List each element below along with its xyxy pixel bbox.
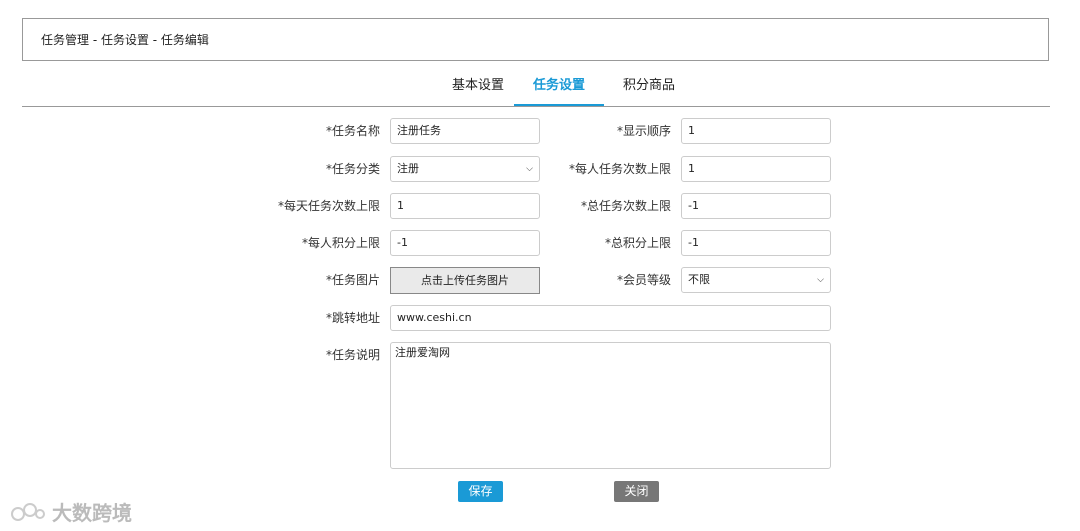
- total-limit-label: *总任务次数上限: [580, 199, 671, 213]
- logo-icon: [11, 502, 45, 521]
- save-button[interactable]: 保存: [458, 481, 503, 502]
- total-points-input[interactable]: -1: [681, 230, 831, 256]
- member-level-select[interactable]: 不限 ⌵: [681, 267, 831, 293]
- per-person-points-input[interactable]: -1: [390, 230, 540, 256]
- task-image-label: *任务图片: [325, 273, 380, 287]
- redirect-url-label: *跳转地址: [325, 311, 380, 325]
- redirect-url-input[interactable]: www.ceshi.cn: [390, 305, 831, 331]
- display-order-input[interactable]: 1: [681, 118, 831, 144]
- watermark-text: 大数跨境: [52, 501, 132, 525]
- per-person-limit-input[interactable]: 1: [681, 156, 831, 182]
- chevron-down-icon: ⌵: [817, 275, 824, 285]
- display-order-label: *显示顺序: [616, 124, 671, 138]
- per-person-limit-label: *每人任务次数上限: [568, 162, 671, 176]
- close-button[interactable]: 关闭: [614, 481, 659, 502]
- tab-bar: 基本设置 任务设置 积分商品: [22, 68, 1050, 107]
- daily-limit-label: *每天任务次数上限: [277, 199, 380, 213]
- task-category-label: *任务分类: [325, 162, 380, 176]
- member-level-value: 不限: [688, 273, 710, 286]
- upload-image-label: 点击上传任务图片: [391, 268, 539, 293]
- task-category-value: 注册: [397, 162, 419, 175]
- total-points-label: *总积分上限: [604, 236, 671, 250]
- description-textarea[interactable]: 注册爱淘网: [390, 342, 831, 469]
- watermark: 大数跨境: [10, 497, 132, 526]
- upload-image-button[interactable]: 点击上传任务图片: [390, 267, 540, 294]
- description-label: *任务说明: [325, 348, 380, 362]
- task-category-select[interactable]: 注册 ⌵: [390, 156, 540, 182]
- tab-points-products[interactable]: 积分商品: [604, 68, 694, 106]
- tab-task-settings[interactable]: 任务设置: [514, 68, 604, 106]
- breadcrumb: 任务管理 - 任务设置 - 任务编辑: [22, 18, 1049, 61]
- per-person-points-label: *每人积分上限: [301, 236, 380, 250]
- total-limit-input[interactable]: -1: [681, 193, 831, 219]
- member-level-label: *会员等级: [616, 273, 671, 287]
- task-name-label: *任务名称: [325, 124, 380, 138]
- task-name-input[interactable]: 注册任务: [390, 118, 540, 144]
- tab-basic-settings[interactable]: 基本设置: [431, 68, 525, 106]
- daily-limit-input[interactable]: 1: [390, 193, 540, 219]
